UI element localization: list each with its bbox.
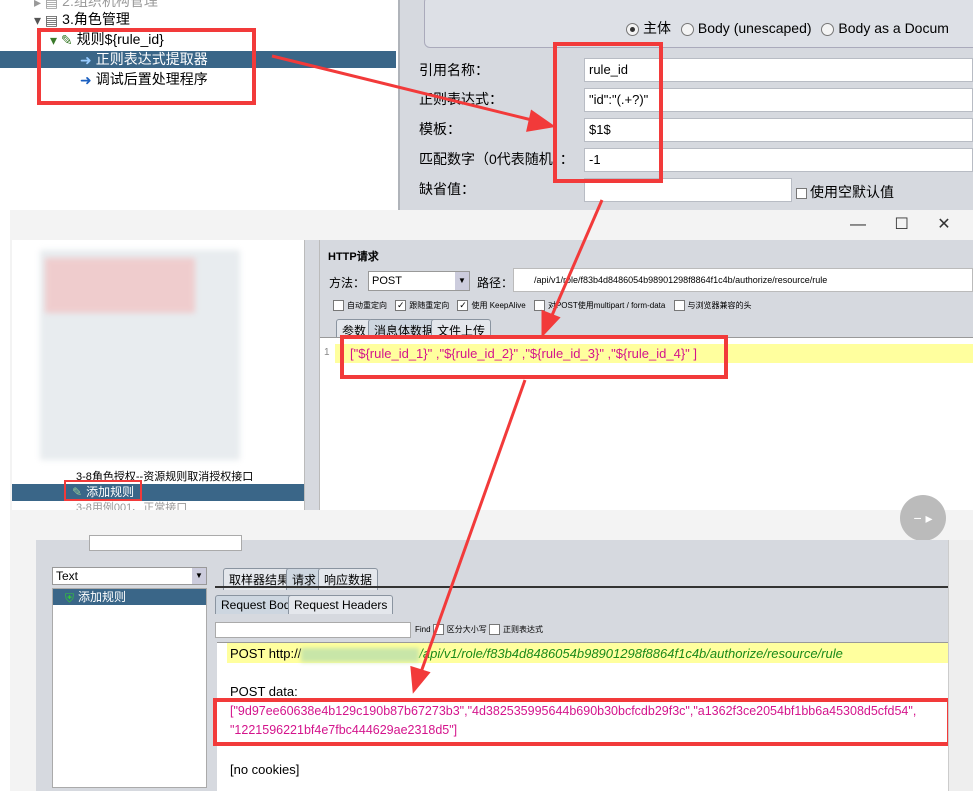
arrow-1-head (526, 109, 556, 132)
arrow-2 (548, 199, 604, 321)
arrow-3 (418, 379, 527, 676)
annotation-arrows (271, 54, 604, 694)
arrow-3-head (410, 665, 431, 694)
arrow-2-head (541, 309, 561, 338)
arrow-1 (271, 54, 541, 124)
